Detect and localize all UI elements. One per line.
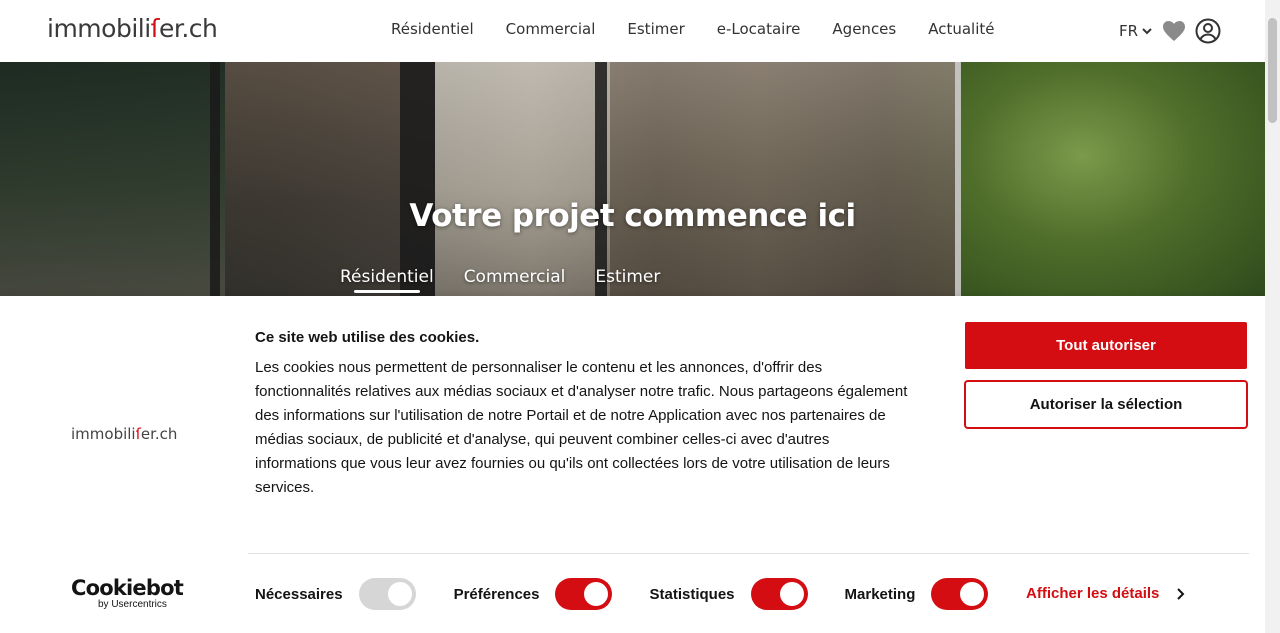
- nav-item-actualite[interactable]: Actualité: [928, 20, 994, 38]
- toggle-label-preferences: Préférences: [453, 585, 540, 603]
- toggle-necessary: [358, 578, 416, 610]
- toggle-group-preferences: Préférences: [454, 578, 613, 610]
- toggle-knob: [387, 582, 412, 606]
- toggle-knob: [584, 582, 609, 606]
- hero-image-post: [595, 62, 607, 296]
- cookie-category-toggles: Nécessaires Préférences Statistiques Mar…: [255, 577, 989, 611]
- toggle-preferences[interactable]: [555, 578, 613, 610]
- allow-all-button[interactable]: Tout autoriser: [965, 322, 1247, 369]
- toggle-label-statistics: Statistiques: [649, 585, 735, 603]
- show-details-link[interactable]: Afficher les détails: [1026, 585, 1185, 602]
- cookie-logo-part2: er.ch: [140, 425, 178, 443]
- toggle-marketing[interactable]: [931, 578, 989, 610]
- hero-search-tabs: Résidentiel Commercial Estimer: [340, 267, 690, 293]
- toggle-label-necessary: Nécessaires: [255, 585, 343, 603]
- toggle-group-marketing: Marketing: [845, 578, 989, 610]
- main-nav: Résidentiel Commercial Estimer e-Locatai…: [391, 20, 1027, 38]
- cookiebot-name: Cookiebot: [71, 576, 184, 600]
- toggle-knob: [960, 582, 985, 606]
- hero-image-family-table: [610, 62, 960, 296]
- hero-banner: Votre projet commence ici Résidentiel Co…: [0, 62, 1265, 296]
- logo-text-part1: immobili: [47, 14, 151, 43]
- cookie-banner-logo: immobiliſer.ch: [71, 425, 177, 443]
- allow-selection-button[interactable]: Autoriser la sélection: [964, 380, 1248, 429]
- hero-image-garden: [960, 62, 1265, 296]
- chevron-right-icon: [1175, 587, 1185, 601]
- cookie-consent-banner: immobiliſer.ch Ce site web utilise des c…: [0, 296, 1265, 633]
- cookiebot-byline: by Usercentrics: [98, 599, 167, 610]
- language-selector[interactable]: FR: [1119, 22, 1153, 40]
- nav-item-residentiel[interactable]: Résidentiel: [391, 20, 474, 38]
- cookie-banner-divider: [248, 553, 1249, 554]
- site-logo[interactable]: immobiliſer.ch: [47, 14, 218, 43]
- language-label: FR: [1119, 22, 1139, 40]
- nav-item-commercial[interactable]: Commercial: [506, 20, 596, 38]
- toggle-knob: [779, 582, 804, 606]
- nav-item-agences[interactable]: Agences: [832, 20, 896, 38]
- cookie-banner-text: Les cookies nous permettent de personnal…: [255, 359, 908, 496]
- toggle-group-necessary: Nécessaires: [255, 578, 416, 610]
- toggle-statistics[interactable]: [750, 578, 808, 610]
- heart-icon[interactable]: [1161, 18, 1187, 44]
- hero-tab-residentiel[interactable]: Résidentiel: [340, 267, 434, 293]
- cookie-banner-title: Ce site web utilise des cookies.: [255, 329, 480, 346]
- hero-tab-estimer[interactable]: Estimer: [595, 267, 660, 293]
- cookiebot-logo: Cookiebot by Usercentrics: [71, 576, 184, 611]
- toggle-label-marketing: Marketing: [844, 585, 916, 603]
- nav-item-e-locataire[interactable]: e-Locataire: [717, 20, 801, 38]
- hero-image-post: [400, 62, 435, 296]
- toggle-group-statistics: Statistiques: [649, 578, 808, 610]
- logo-text-part2: er.ch: [158, 14, 218, 43]
- header-actions: FR: [1119, 18, 1221, 44]
- chevron-down-icon: [1141, 25, 1153, 37]
- hero-image-post: [955, 62, 961, 296]
- logo-text-accent: ſ: [150, 14, 160, 43]
- hero-tab-commercial[interactable]: Commercial: [464, 267, 566, 293]
- scrollbar-thumb[interactable]: [1268, 18, 1277, 123]
- user-circle-icon[interactable]: [1195, 18, 1221, 44]
- page-scrollbar[interactable]: [1265, 0, 1280, 633]
- show-details-label: Afficher les détails: [1026, 585, 1160, 602]
- hero-image-post: [210, 62, 220, 296]
- cookie-logo-part1: immobili: [71, 425, 136, 443]
- hero-image-house-wall: [435, 62, 610, 296]
- nav-item-estimer[interactable]: Estimer: [627, 20, 684, 38]
- hero-title: Votre projet commence ici: [409, 198, 856, 234]
- site-header: immobiliſer.ch Résidentiel Commercial Es…: [0, 0, 1265, 62]
- hero-image-window-left: [0, 62, 225, 296]
